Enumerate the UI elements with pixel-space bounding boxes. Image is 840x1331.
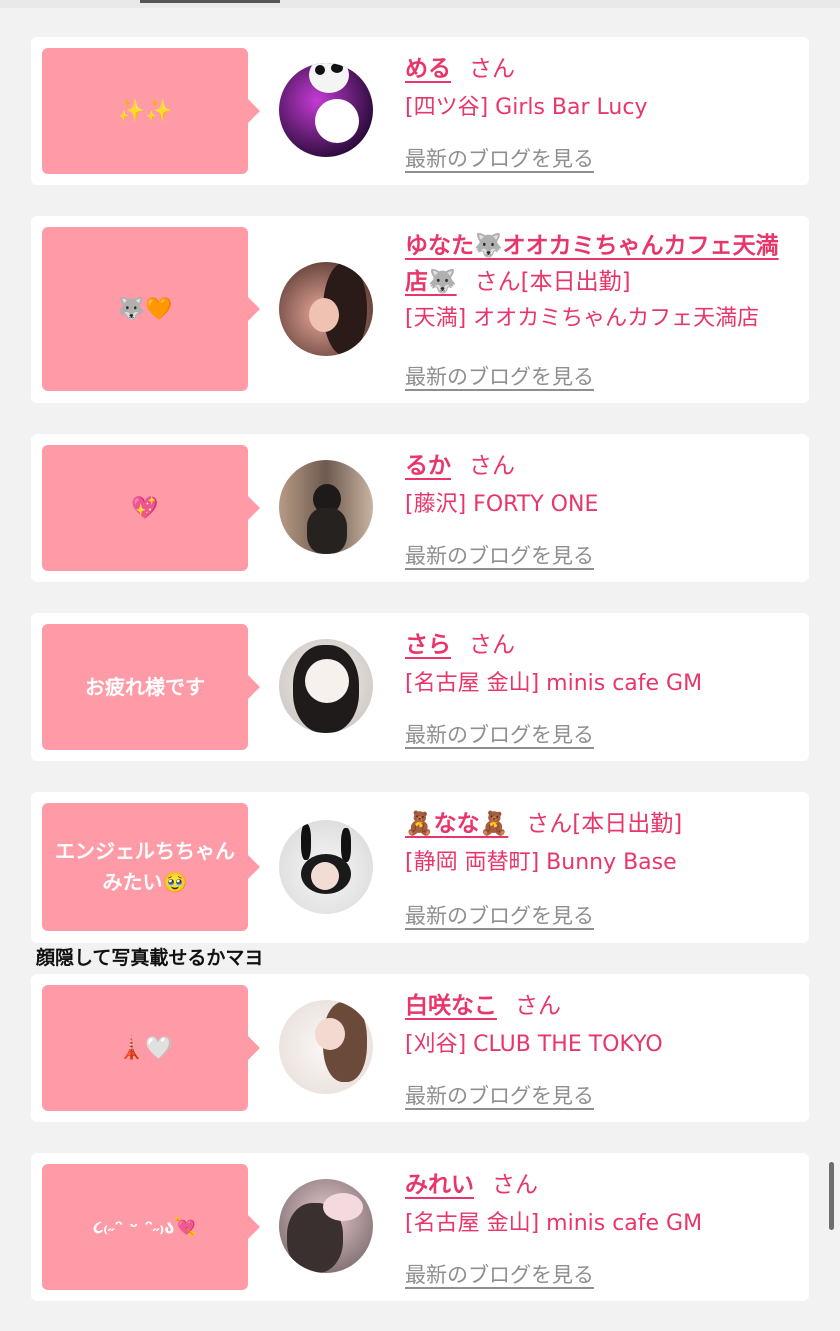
message-text: お疲れ様です <box>85 674 205 699</box>
name-line: ゆなた🐺オオカミちゃんカフェ天満店🐺 さん[本日出勤] <box>405 228 799 300</box>
latest-blog-link[interactable]: 最新のブログを見る <box>405 900 594 930</box>
cast-name-link[interactable]: める <box>405 56 451 82</box>
honorific: さん <box>515 993 561 1019</box>
cast-name-link[interactable]: 🧸なな🧸 <box>405 811 508 837</box>
shop-info: [名古屋 金山] minis cafe GM <box>405 1211 703 1236</box>
avatar[interactable] <box>279 262 373 356</box>
attendance-badge: [本日出勤] <box>520 269 631 295</box>
message-text: 💖 <box>131 495 159 521</box>
list-item: エンジェルちちゃんみたい🥹 🧸なな🧸 さん[本日出勤] [静岡 両替町] Bunn… <box>31 792 809 943</box>
message-bubble: お疲れ様です <box>42 624 260 750</box>
shop-info: [四ツ谷] Girls Bar Lucy <box>405 95 648 120</box>
honorific: さん <box>492 1172 538 1198</box>
latest-blog-link[interactable]: 最新のブログを見る <box>405 143 594 173</box>
message-bubble: 💖 <box>42 445 260 571</box>
name-line: 白咲なこ さん <box>405 988 799 1024</box>
honorific: さん <box>526 811 573 837</box>
cast-name-link[interactable]: みれい <box>405 1172 474 1198</box>
message-text: 🐺🧡 <box>117 296 173 322</box>
shop-info: [藤沢] FORTY ONE <box>405 492 599 517</box>
name-line: さら さん <box>405 627 799 663</box>
top-divider <box>0 0 840 8</box>
avatar[interactable] <box>279 1000 373 1094</box>
cast-name-link[interactable]: るか <box>405 453 451 479</box>
message-bubble: ૮₍˶ᵔ ᵕ ᵔ˶₎ა💘 <box>42 1164 260 1290</box>
list-item: ✨✨ める さん [四ツ谷] Girls Bar Lucy 最新のブログを見る <box>31 37 809 185</box>
message-bubble: エンジェルちちゃんみたい🥹 <box>42 803 260 931</box>
latest-blog-link[interactable]: 最新のブログを見る <box>405 540 594 570</box>
cast-name-link[interactable]: 白咲なこ <box>405 993 497 1019</box>
name-line: るか さん <box>405 448 799 484</box>
message-bubble: 🗼🤍 <box>42 985 260 1111</box>
latest-blog-link[interactable]: 最新のブログを見る <box>405 1259 594 1289</box>
cast-name-link[interactable]: さら <box>405 632 451 658</box>
scrollbar[interactable] <box>829 1162 834 1230</box>
shop-info: [静岡 両替町] Bunny Base <box>405 850 677 875</box>
avatar[interactable] <box>279 820 373 914</box>
message-text: ૮₍˶ᵔ ᵕ ᵔ˶₎ა💘 <box>93 1216 197 1238</box>
latest-blog-link[interactable]: 最新のブログを見る <box>405 719 594 749</box>
name-line: 🧸なな🧸 さん[本日出勤] <box>405 806 799 842</box>
avatar[interactable] <box>279 639 373 733</box>
message-text: エンジェルちちゃんみたい🥹 <box>55 839 235 894</box>
avatar[interactable] <box>279 1179 373 1273</box>
message-text: ✨✨ <box>117 98 173 124</box>
latest-blog-link[interactable]: 最新のブログを見る <box>405 361 594 391</box>
list-item: ૮₍˶ᵔ ᵕ ᵔ˶₎ა💘 みれい さん [名古屋 金山] minis cafe G… <box>31 1153 809 1301</box>
list-item: お疲れ様です さら さん [名古屋 金山] minis cafe GM 最新のブロ… <box>31 613 809 761</box>
attendance-badge: [本日出勤] <box>572 811 683 837</box>
list-item: 💖 るか さん [藤沢] FORTY ONE 最新のブログを見る <box>31 434 809 582</box>
message-bubble: 🐺🧡 <box>42 227 260 391</box>
list-item: 🗼🤍 白咲なこ さん [刈谷] CLUB THE TOKYO 最新のブログを見る <box>31 974 809 1122</box>
shop-info: [名古屋 金山] minis cafe GM <box>405 671 703 696</box>
message-bubble: ✨✨ <box>42 48 260 174</box>
shop-info: [刈谷] CLUB THE TOKYO <box>405 1032 663 1057</box>
honorific: さん <box>474 269 521 295</box>
honorific: さん <box>469 56 515 82</box>
name-line: みれい さん <box>405 1167 799 1203</box>
avatar[interactable] <box>279 460 373 554</box>
caption-text: 顔隠して写真載せるかマヨ <box>36 947 264 969</box>
name-line: める さん <box>405 51 799 87</box>
honorific: さん <box>469 453 515 479</box>
avatar[interactable] <box>279 63 373 157</box>
list-item: 🐺🧡 ゆなた🐺オオカミちゃんカフェ天満店🐺 さん[本日出勤] [天満] オオカミち… <box>31 216 809 403</box>
shop-info: [天満] オオカミちゃんカフェ天満店 <box>405 306 760 331</box>
honorific: さん <box>469 632 515 658</box>
message-text: 🗼🤍 <box>117 1035 173 1061</box>
latest-blog-link[interactable]: 最新のブログを見る <box>405 1080 594 1110</box>
active-tab-indicator <box>140 0 280 3</box>
